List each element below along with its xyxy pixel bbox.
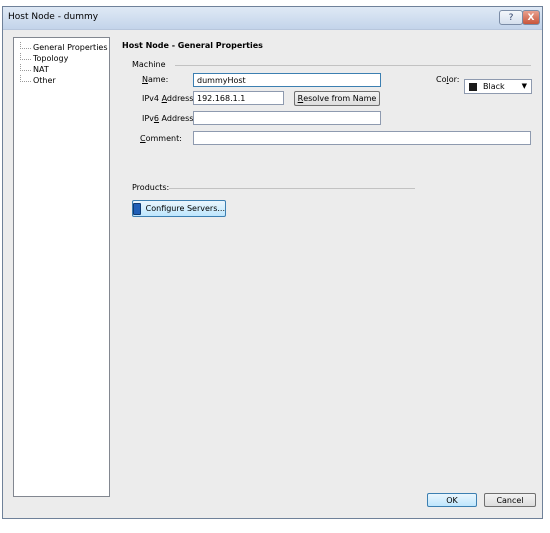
server-icon [133, 202, 141, 215]
close-button[interactable]: X [522, 10, 540, 25]
color-swatch [469, 83, 477, 91]
comment-label: Comment: [140, 134, 182, 143]
tree-connector-icon [20, 75, 31, 82]
chevron-down-icon: ▼ [521, 82, 527, 90]
color-select[interactable]: Black ▼ [464, 79, 532, 94]
color-label: Color: [436, 75, 460, 84]
tree-connector-icon [20, 64, 31, 71]
tree-item-general-properties[interactable]: General Properties [20, 42, 108, 53]
tree-item-nat[interactable]: NAT [20, 64, 49, 75]
tree-connector-icon [20, 42, 31, 49]
products-group-divider [169, 188, 415, 189]
help-button[interactable]: ? [499, 10, 523, 25]
name-input[interactable] [193, 73, 381, 87]
ipv4-input[interactable] [193, 91, 284, 105]
name-label: Name: [142, 75, 169, 84]
color-value: Black [483, 82, 505, 91]
dialog-window: Host Node - dummy ? X General Properties… [2, 6, 543, 519]
ipv6-label: IPv6 Address: [142, 114, 197, 123]
page-title: Host Node - General Properties [122, 41, 263, 50]
machine-group-label: Machine [132, 60, 166, 69]
window-title: Host Node - dummy [8, 12, 99, 22]
ipv6-input[interactable] [193, 111, 381, 125]
resolve-from-name-button[interactable]: Resolve from Name [294, 91, 380, 106]
configure-servers-button[interactable]: Configure Servers... [132, 200, 226, 217]
products-group-label: Products: [132, 183, 170, 192]
ipv4-label: IPv4 Address: [142, 94, 197, 103]
comment-input[interactable] [193, 131, 531, 145]
title-bar[interactable]: Host Node - dummy ? X [3, 7, 542, 30]
navigation-tree: General Properties Topology NAT Other [13, 37, 110, 497]
tree-item-topology[interactable]: Topology [20, 53, 68, 64]
tree-item-other[interactable]: Other [20, 75, 56, 86]
machine-group-divider [175, 65, 531, 66]
ok-button[interactable]: OK [427, 493, 477, 507]
cancel-button[interactable]: Cancel [484, 493, 536, 507]
tree-connector-icon [20, 53, 31, 60]
